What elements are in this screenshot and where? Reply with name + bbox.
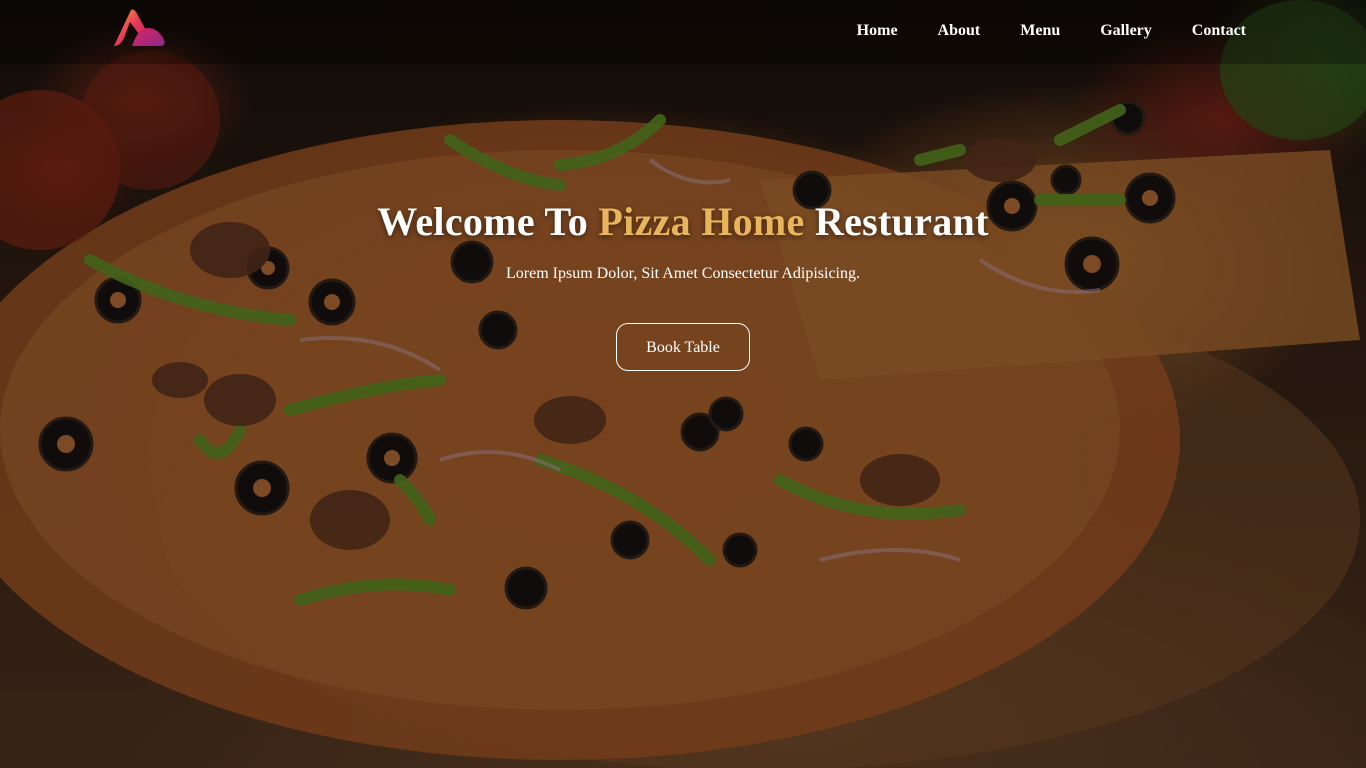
book-table-button[interactable]: Book Table <box>616 323 750 371</box>
hero-title-end: Resturant <box>804 199 989 244</box>
hero-title-start: Welcome To <box>377 199 599 244</box>
nav-link-gallery[interactable]: Gallery <box>1100 22 1152 42</box>
nav-link-menu[interactable]: Menu <box>1020 22 1060 42</box>
navbar: Home About Menu Gallery Contact <box>0 0 1366 64</box>
hero-title: Welcome To Pizza Home Resturant <box>0 198 1366 245</box>
hero-title-accent: Pizza Home <box>598 199 805 244</box>
nav-link-contact[interactable]: Contact <box>1192 22 1246 42</box>
hero-content: Welcome To Pizza Home Resturant Lorem Ip… <box>0 198 1366 371</box>
brand-logo-icon[interactable] <box>112 6 168 48</box>
nav-link-home[interactable]: Home <box>857 22 898 42</box>
nav-link-about[interactable]: About <box>938 22 981 42</box>
nav-links: Home About Menu Gallery Contact <box>857 0 1246 64</box>
hero-dark-overlay <box>0 0 1366 768</box>
hero-subtitle: Lorem Ipsum Dolor, Sit Amet Consectetur … <box>506 265 860 282</box>
